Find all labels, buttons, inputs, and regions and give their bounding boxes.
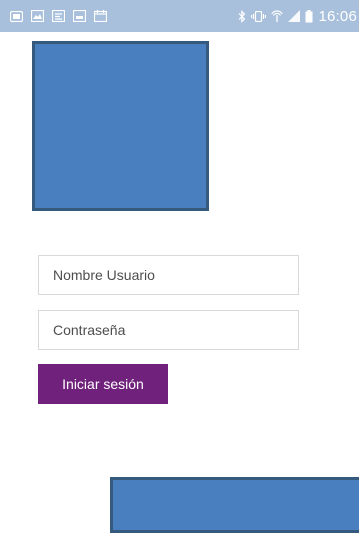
status-bar-right: 16:06 xyxy=(238,0,357,32)
logo-image-placeholder xyxy=(32,41,209,211)
notification-icon xyxy=(10,10,23,22)
password-input[interactable] xyxy=(38,310,299,350)
status-bar-left xyxy=(10,0,107,32)
gallery-icon xyxy=(31,10,44,22)
username-input[interactable] xyxy=(38,255,299,295)
wifi-tether-icon xyxy=(52,10,65,22)
footer-image-placeholder xyxy=(110,477,359,533)
battery-icon xyxy=(305,9,313,23)
bluetooth-icon xyxy=(238,9,246,23)
status-bar: 16:06 xyxy=(0,0,359,32)
vibrate-icon xyxy=(251,10,267,22)
login-button[interactable]: Iniciar sesión xyxy=(38,364,168,404)
status-time: 16:06 xyxy=(318,7,357,25)
screenshot-icon xyxy=(73,10,86,22)
signal-icon xyxy=(288,10,301,22)
hotspot-icon xyxy=(271,9,284,23)
calendar-icon xyxy=(94,10,107,22)
